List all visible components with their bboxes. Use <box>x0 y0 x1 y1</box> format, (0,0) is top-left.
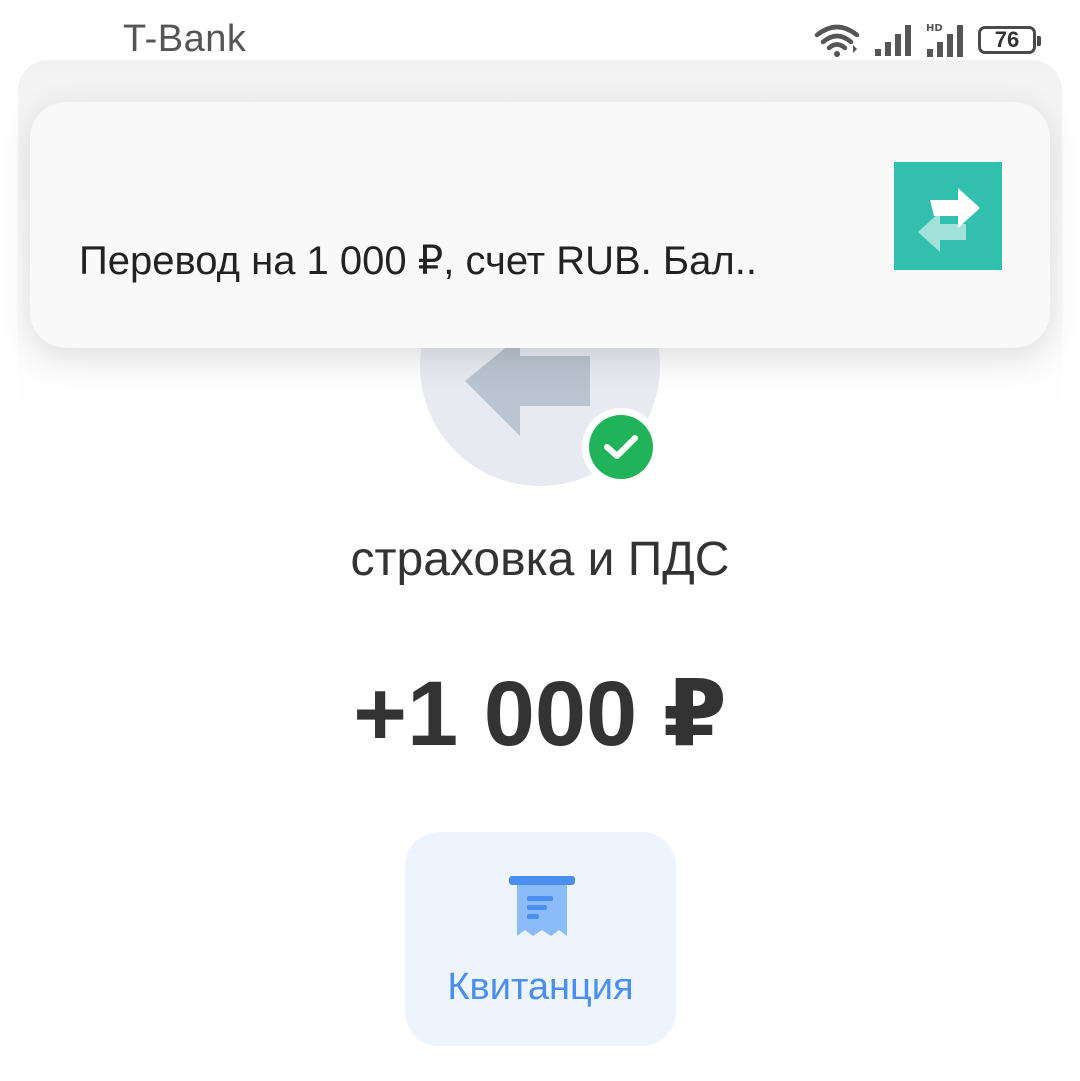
status-icons: HD 76 <box>814 20 1041 60</box>
receipt-button[interactable]: Квитанция <box>405 832 676 1046</box>
carrier-name: T-Bank <box>123 18 247 60</box>
success-badge-fill <box>589 415 653 479</box>
recipient-name: страховка и ПДС <box>350 533 730 586</box>
notification-card[interactable]: Перевод на 1 000 ₽, счет RUB. Бал.. <box>30 102 1050 348</box>
battery-level: 76 <box>994 27 1020 52</box>
receipt-icon <box>509 876 575 936</box>
transfer-arrows-icon <box>918 188 980 252</box>
receipt-label: Квитанция <box>447 966 634 1008</box>
check-icon <box>604 435 638 459</box>
battery-icon: 76 <box>978 26 1041 54</box>
signal-icon <box>875 25 911 56</box>
transaction-screen: T-Bank HD 76 страховка и ПДС +1 000 ₽ Кв… <box>0 0 1080 1081</box>
notification-app-icon <box>894 162 1002 270</box>
success-badge <box>582 408 660 486</box>
wifi-icon <box>814 24 860 57</box>
hd-signal-icon: HD <box>926 23 963 57</box>
transaction-amount: +1 000 ₽ <box>353 663 727 765</box>
svg-text:HD: HD <box>926 23 943 34</box>
notification-text: Перевод на 1 000 ₽, счет RUB. Бал.. <box>79 239 757 283</box>
